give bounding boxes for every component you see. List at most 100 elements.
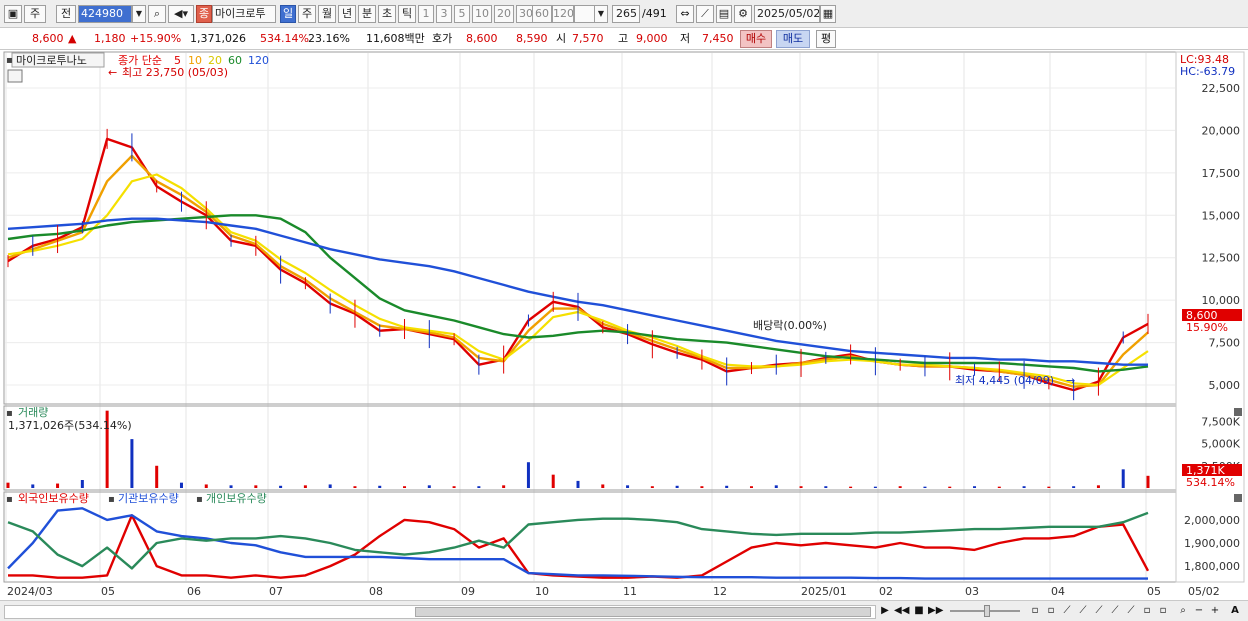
x-tick-label: 03 bbox=[965, 585, 979, 598]
stock-badge: 종 bbox=[196, 5, 212, 23]
tool-icon-7[interactable]: ⟋ bbox=[1124, 604, 1138, 618]
period-tab-month[interactable]: 월 bbox=[318, 5, 336, 23]
scroll-end-icon[interactable]: ▶▶ bbox=[928, 604, 943, 618]
interval-5[interactable]: 5 bbox=[454, 5, 470, 23]
speaker-icon[interactable]: ◀▾ bbox=[168, 5, 194, 23]
volume-pct-tag: 534.14% bbox=[1186, 476, 1235, 489]
period-tab-day[interactable]: 일 bbox=[280, 5, 296, 23]
volume-bar bbox=[502, 485, 506, 488]
tool-icon-4[interactable]: ⟋ bbox=[1076, 604, 1090, 618]
chart-toolbar: ▣ 주 전 424980 ▼ ⌕ ◀▾ 종 마이크로투 일 주 월 년 분 초 … bbox=[0, 0, 1248, 28]
interval-120[interactable]: 120 bbox=[552, 5, 574, 23]
chart-settings-icon[interactable]: ▣ bbox=[4, 5, 22, 23]
holding-panel-menu-icon[interactable]: ▪ bbox=[6, 494, 13, 505]
low-annotation: 최저 4,445 (04/09) bbox=[955, 374, 1054, 387]
volume-bar bbox=[700, 486, 704, 488]
ask-price-1: 8,600 bbox=[466, 32, 498, 45]
x-tick-label: 02 bbox=[879, 585, 893, 598]
gear-icon[interactable]: ⚙ bbox=[734, 5, 752, 23]
volume-panel-menu-icon[interactable]: ▪ bbox=[6, 408, 13, 419]
x-tick-label: 2025/01 bbox=[801, 585, 847, 598]
scroll-next-icon[interactable]: ▶ bbox=[878, 604, 892, 618]
tool-icon-5[interactable]: ⟋ bbox=[1092, 604, 1106, 618]
font-size-icon[interactable]: A bbox=[1228, 604, 1242, 618]
table-view-icon[interactable] bbox=[7, 69, 23, 83]
chart-type-dropdown[interactable]: 주 bbox=[24, 5, 46, 23]
interval-dropdown-icon[interactable]: ▼ bbox=[594, 5, 608, 23]
tool-icon-8[interactable]: ▫ bbox=[1140, 604, 1154, 618]
tool-icon-1[interactable]: ▫ bbox=[1028, 604, 1042, 618]
holding-panel-close-icon[interactable] bbox=[1234, 494, 1242, 502]
interval-10[interactable]: 10 bbox=[472, 5, 492, 23]
volume-bar bbox=[551, 474, 555, 488]
low-arrow-icon: → bbox=[1066, 374, 1075, 387]
draw-line-icon[interactable]: ⟋ bbox=[696, 5, 714, 23]
calendar-icon[interactable]: ▦ bbox=[820, 5, 836, 23]
tool-icon-3[interactable]: ⟋ bbox=[1060, 604, 1074, 618]
volume-bar bbox=[80, 480, 84, 488]
tool-icon-9[interactable]: ▫ bbox=[1156, 604, 1170, 618]
current-price: 8,600 bbox=[32, 32, 64, 45]
price-change: 1,180 bbox=[94, 32, 126, 45]
stock-chart[interactable]: 22,500 20,000 17,500 15,000 12,500 10,000 7,50… bbox=[0, 50, 1248, 600]
zoom-icon[interactable]: ⇔ bbox=[676, 5, 694, 23]
evaluate-button[interactable]: 평 bbox=[816, 30, 836, 48]
buy-button[interactable]: 매수 bbox=[740, 30, 772, 48]
period-tab-week[interactable]: 주 bbox=[298, 5, 316, 23]
code-dropdown-icon[interactable]: ▼ bbox=[132, 5, 146, 23]
ma-legend-60: 60 bbox=[228, 54, 242, 67]
volume-bar bbox=[477, 486, 481, 488]
interval-3[interactable]: 3 bbox=[436, 5, 452, 23]
interval-1[interactable]: 1 bbox=[418, 5, 434, 23]
volume-y-tick: 7,500K bbox=[1201, 415, 1240, 428]
x-axis-right-label: 05/02 bbox=[1188, 585, 1220, 598]
scroll-thumb[interactable] bbox=[415, 607, 871, 617]
volume-bar bbox=[229, 485, 233, 488]
search-icon[interactable]: ⌕ bbox=[148, 5, 166, 23]
volume-bar bbox=[31, 484, 35, 488]
zoom-search-icon[interactable]: ⌕ bbox=[1176, 604, 1190, 618]
volume-bar bbox=[824, 486, 828, 488]
zoom-out-icon[interactable]: − bbox=[1192, 604, 1206, 618]
period-tab-minute[interactable]: 분 bbox=[358, 5, 376, 23]
count-total: /491 bbox=[642, 7, 667, 20]
volume-value-label: 1,371,026주(534.14%) bbox=[8, 419, 132, 432]
period-tab-second[interactable]: 초 bbox=[378, 5, 396, 23]
interval-60[interactable]: 60 bbox=[532, 5, 552, 23]
dividend-annotation: 배당락(0.00%) bbox=[753, 319, 827, 332]
price-y-tick: 20,000 bbox=[1202, 124, 1241, 137]
date-input[interactable]: 2025/05/02 bbox=[754, 5, 820, 23]
count-input[interactable]: 265 bbox=[612, 5, 640, 23]
volume-bar bbox=[130, 439, 134, 488]
volume-bar bbox=[626, 485, 630, 488]
volume-bar bbox=[303, 485, 307, 488]
zoom-slider-handle[interactable] bbox=[984, 605, 990, 617]
save-icon[interactable]: ▤ bbox=[716, 5, 732, 23]
volume-bar bbox=[1022, 486, 1026, 488]
scroll-track[interactable] bbox=[4, 605, 876, 619]
volume-bar bbox=[204, 484, 208, 488]
volume-bar bbox=[849, 486, 853, 488]
interval-20[interactable]: 20 bbox=[494, 5, 514, 23]
zoom-in-icon[interactable]: + bbox=[1208, 604, 1222, 618]
volume-bar bbox=[650, 486, 654, 488]
stock-name-field[interactable]: 마이크로투 bbox=[212, 5, 276, 23]
stock-code-input[interactable]: 424980 bbox=[78, 5, 132, 23]
sell-button[interactable]: 매도 bbox=[776, 30, 810, 48]
stop-icon[interactable]: ■ bbox=[912, 604, 926, 618]
tool-icon-6[interactable]: ⟋ bbox=[1108, 604, 1122, 618]
scroll-prev-icon[interactable]: ◀◀ bbox=[894, 604, 909, 618]
prev-button[interactable]: 전 bbox=[56, 5, 76, 23]
x-tick-label: 07 bbox=[269, 585, 283, 598]
volume-panel-close-icon[interactable] bbox=[1234, 408, 1242, 416]
price-y-tick: 5,000 bbox=[1209, 379, 1241, 392]
period-tab-tick[interactable]: 틱 bbox=[398, 5, 416, 23]
volume-bar bbox=[526, 462, 530, 488]
trade-volume: 1,371,026 bbox=[190, 32, 246, 45]
tool-icon-2[interactable]: ▫ bbox=[1044, 604, 1058, 618]
volume-bar bbox=[1121, 469, 1125, 488]
panel-menu-icon[interactable]: ▪ bbox=[6, 55, 13, 66]
volume-bar bbox=[576, 480, 580, 488]
x-tick-label: 05 bbox=[1147, 585, 1161, 598]
period-tab-year[interactable]: 년 bbox=[338, 5, 356, 23]
